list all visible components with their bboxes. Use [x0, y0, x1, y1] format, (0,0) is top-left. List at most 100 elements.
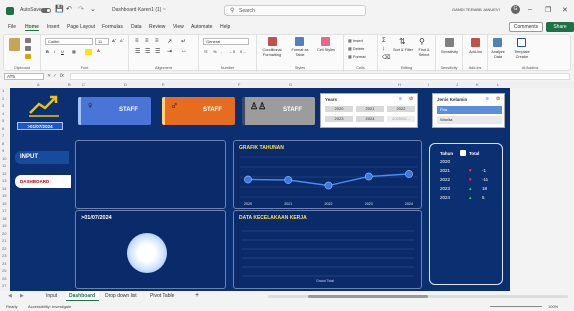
slicer-item-year[interactable]: 2025/02... [387, 116, 415, 122]
format-as-table-icon[interactable] [295, 37, 304, 46]
decrease-decimal-icon[interactable]: 0→ [240, 49, 246, 54]
scrollbar-thumb[interactable] [308, 295, 428, 298]
menu-help[interactable]: Help [220, 24, 230, 30]
row-header[interactable]: 9 [2, 148, 4, 153]
close-icon[interactable]: ✕ [562, 6, 568, 14]
slicer-item-pria[interactable]: Pria [437, 106, 502, 114]
zoom-slider[interactable] [490, 306, 542, 307]
column-header[interactable]: L [497, 82, 499, 87]
template-creator-label[interactable]: Template Creator [508, 50, 536, 59]
autosave-toggle[interactable] [41, 8, 51, 13]
format-painter-icon[interactable] [25, 54, 31, 59]
column-header[interactable]: G [289, 82, 292, 87]
row-header[interactable]: 2 [2, 96, 4, 101]
row-header[interactable]: 3 [2, 103, 4, 108]
decrease-font-icon[interactable]: Aˇ [120, 38, 124, 43]
sensitivity-label[interactable]: Sensitivity [436, 50, 463, 55]
column-header[interactable]: E [162, 82, 165, 87]
accessibility-status[interactable]: Accessibility: Investigate [28, 304, 71, 309]
zoom-level[interactable]: 100% [548, 304, 558, 309]
row-header[interactable]: 18 [2, 216, 6, 221]
underline-icon[interactable]: U [61, 49, 64, 54]
staff-card-total[interactable]: ♙♙ STAFF [242, 97, 315, 125]
align-center-icon[interactable]: ☰ [145, 48, 150, 55]
find-select-icon[interactable]: ⚲ [419, 37, 425, 46]
increase-font-icon[interactable]: Aˆ [112, 38, 116, 43]
formula-input[interactable] [70, 73, 570, 80]
search-box[interactable]: ⚲ Search [224, 5, 366, 16]
filter-icon[interactable] [460, 150, 466, 156]
autosum-icon[interactable]: Σ [382, 38, 386, 44]
enter-icon[interactable]: ✓ [53, 73, 57, 79]
row-header[interactable]: 25 [2, 268, 6, 273]
multi-select-icon[interactable]: ≡ [399, 96, 402, 102]
menu-home[interactable]: Home [25, 24, 39, 31]
restore-icon[interactable]: ❐ [545, 6, 551, 14]
multi-select-icon[interactable]: ≡ [486, 96, 489, 102]
clear-icon[interactable]: ⌫ [382, 54, 390, 61]
row-header[interactable]: 22 [2, 246, 6, 251]
column-header[interactable]: A [37, 82, 40, 87]
document-title[interactable]: Dashboard Karen1 (1) ~ [112, 7, 166, 13]
align-middle-icon[interactable]: ≡ [145, 38, 149, 44]
name-box[interactable]: AT5 [4, 73, 44, 80]
paste-icon[interactable] [9, 38, 20, 51]
currency-icon[interactable]: ☷ [204, 49, 208, 54]
row-header[interactable]: 16 [2, 201, 6, 206]
row-header[interactable]: 13 [2, 178, 6, 183]
next-sheet-icon[interactable]: ▶ [20, 293, 24, 299]
menu-view[interactable]: View [173, 24, 184, 30]
data-point[interactable] [405, 170, 413, 178]
increase-decimal-icon[interactable]: ←0 [229, 49, 235, 54]
prev-sheet-icon[interactable]: ◀ [8, 293, 12, 299]
clear-filter-icon[interactable]: ⊘ [496, 96, 500, 102]
comma-icon[interactable]: ‚ [221, 49, 222, 54]
format-cells-button[interactable]: ▦ Format [348, 54, 366, 59]
slicer-item-year[interactable]: 2021 [356, 106, 384, 112]
sort-filter-icon[interactable]: ⇅ [399, 37, 406, 46]
percent-icon[interactable]: % [213, 49, 217, 54]
menu-file[interactable]: File [8, 24, 16, 30]
menu-data[interactable]: Data [131, 24, 142, 30]
data-point[interactable] [284, 176, 293, 184]
row-header[interactable]: 23 [2, 253, 6, 258]
clear-filter-icon[interactable]: ⊘ [409, 96, 413, 102]
menu-insert[interactable]: Insert [47, 24, 60, 30]
row-header[interactable]: 4 [2, 111, 4, 116]
column-header[interactable]: H [398, 82, 401, 87]
add-sheet-button[interactable]: + [195, 292, 199, 299]
row-header[interactable]: 15 [2, 193, 6, 198]
menu-formulas[interactable]: Formulas [102, 24, 123, 30]
avatar[interactable]: G [511, 5, 520, 14]
addins-label[interactable]: Add-ins [463, 50, 488, 55]
bold-icon[interactable]: B [46, 49, 49, 54]
row-header[interactable]: 14 [2, 186, 6, 191]
row-header[interactable]: 24 [2, 261, 6, 266]
format-as-table-label[interactable]: Format as Table [287, 48, 313, 57]
slicer-item-year[interactable]: 2022 [387, 106, 415, 112]
orientation-icon[interactable]: ↗ [167, 38, 172, 45]
row-header[interactable]: 1 [2, 88, 4, 93]
indent-icon[interactable]: ⇥ [167, 48, 172, 55]
italic-icon[interactable]: I [54, 49, 55, 54]
sheet-tab-drop-down-list[interactable]: Drop down list [105, 293, 137, 299]
conditional-formatting-icon[interactable] [268, 37, 277, 46]
insert-function-icon[interactable]: fx [60, 73, 64, 79]
nav-dashboard-button[interactable]: DASHBOARD [15, 175, 71, 188]
data-point[interactable] [244, 175, 252, 184]
fill-color-icon[interactable] [85, 49, 92, 55]
conditional-formatting-label[interactable]: Conditional Formatting [257, 48, 287, 57]
horizontal-scrollbar[interactable] [268, 295, 568, 298]
align-bottom-icon[interactable]: ≡ [155, 38, 159, 44]
column-header[interactable]: J [456, 82, 458, 87]
save-icon[interactable]: 💾 [55, 5, 64, 13]
column-header[interactable]: D [124, 82, 127, 87]
row-header[interactable]: 21 [2, 238, 6, 243]
data-point[interactable] [364, 172, 373, 181]
slicer-item-year[interactable]: 2023 [325, 116, 353, 122]
row-header[interactable]: 6 [2, 126, 4, 131]
sheet-tab-pivot-table[interactable]: Pivot Table [150, 293, 174, 299]
row-header[interactable]: 10 [2, 156, 6, 161]
number-format-select[interactable]: General [203, 38, 249, 45]
row-header[interactable]: 8 [2, 141, 4, 146]
